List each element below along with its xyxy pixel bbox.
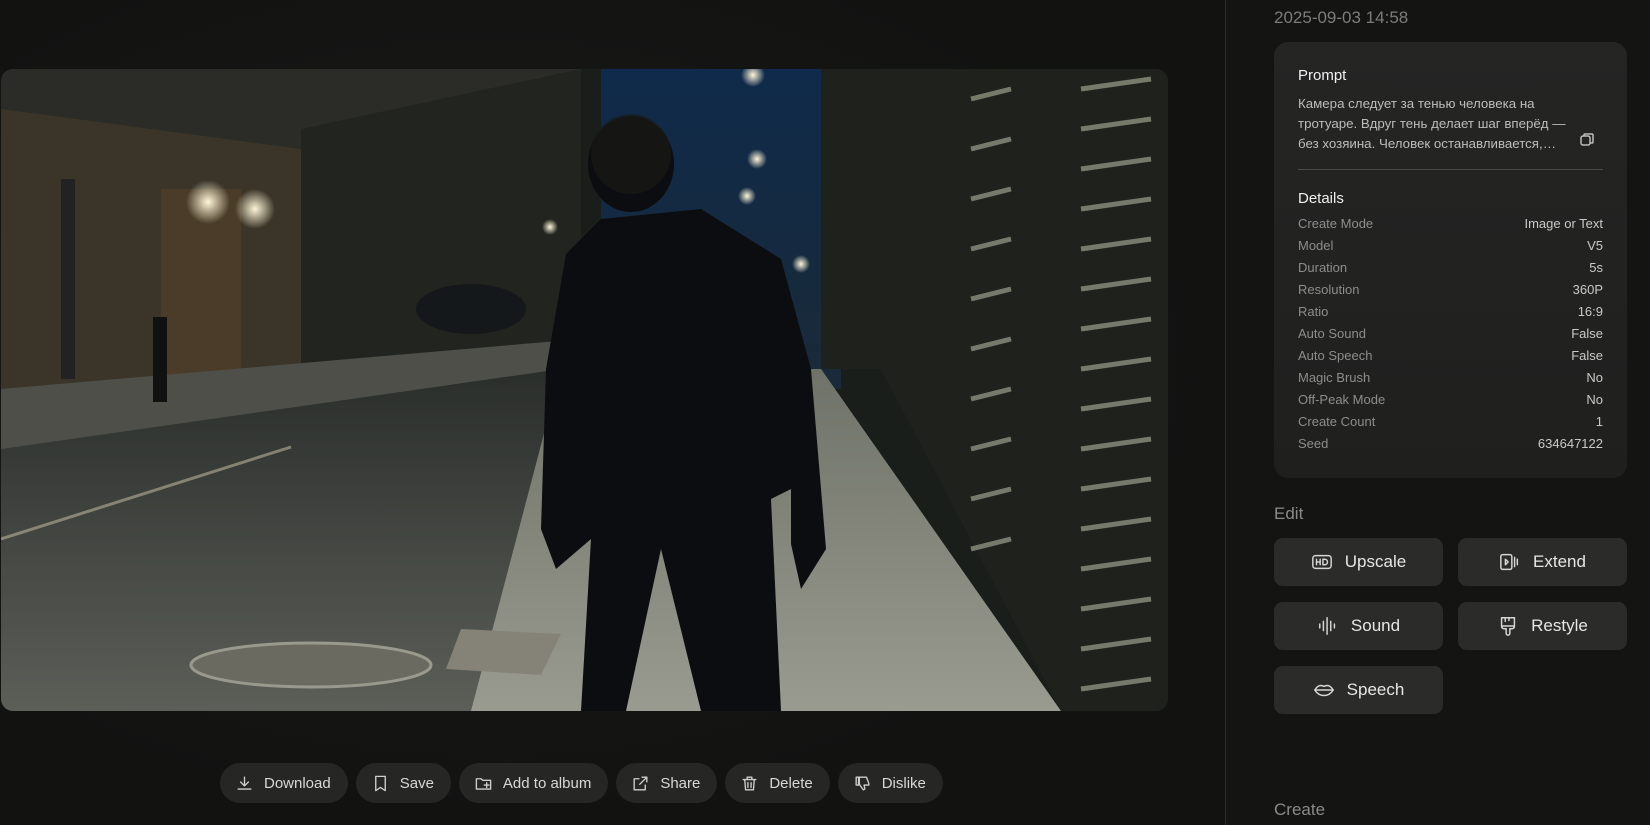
bookmark-icon — [374, 775, 386, 791]
upscale-label: Upscale — [1344, 552, 1407, 571]
detail-value: 634647122 — [1537, 436, 1603, 451]
detail-row-seed: Seed 634647122 — [1298, 436, 1603, 456]
video-preview[interactable] — [1, 69, 1168, 711]
detail-row-auto-sound: Auto Sound False — [1298, 326, 1603, 346]
detail-value: V5 — [1587, 238, 1603, 253]
extend-label: Extend — [1533, 552, 1586, 571]
detail-key: Auto Speech — [1298, 348, 1373, 363]
creation-timestamp: 2025-09-03 14:58 — [1274, 8, 1409, 27]
share-label: Share — [660, 774, 701, 792]
thumbs-down-icon — [855, 775, 870, 791]
detail-row-duration: Duration 5s — [1298, 260, 1603, 280]
copy-prompt-button[interactable] — [1579, 132, 1599, 152]
delete-label: Delete — [769, 774, 813, 792]
detail-value: False — [1571, 326, 1603, 341]
detail-value: 5s — [1589, 260, 1603, 275]
detail-value: False — [1571, 348, 1603, 363]
upscale-button[interactable]: Upscale — [1274, 538, 1443, 586]
detail-key: Resolution — [1298, 282, 1360, 297]
share-button[interactable]: Share — [616, 763, 718, 803]
add-to-album-button[interactable]: Add to album — [458, 763, 609, 803]
trash-icon — [742, 775, 757, 791]
download-icon — [237, 775, 252, 790]
detail-row-ratio: Ratio 16:9 — [1298, 304, 1603, 324]
sound-label: Sound — [1350, 616, 1401, 635]
detail-key: Seed — [1298, 436, 1329, 451]
detail-row-magic-brush: Magic Brush No — [1298, 370, 1603, 390]
detail-row-resolution: Resolution 360P — [1298, 282, 1603, 302]
details-heading: Details — [1298, 190, 1344, 207]
detail-key: Ratio — [1298, 304, 1329, 319]
sound-wave-icon — [1318, 617, 1336, 635]
detail-key: Duration — [1298, 260, 1348, 275]
detail-row-model: Model V5 — [1298, 238, 1603, 258]
dislike-label: Dislike — [881, 774, 926, 792]
panel-divider — [1225, 0, 1226, 825]
speech-button[interactable]: Speech — [1274, 666, 1443, 714]
restyle-label: Restyle — [1531, 616, 1588, 635]
download-label: Download — [264, 774, 331, 792]
create-heading: Create — [1274, 800, 1326, 819]
detail-value: No — [1586, 392, 1603, 407]
detail-key: Off-Peak Mode — [1298, 392, 1386, 407]
prompt-heading: Prompt — [1298, 67, 1347, 84]
save-label: Save — [399, 774, 434, 792]
share-icon — [633, 775, 648, 791]
detail-value: 360P — [1572, 282, 1603, 297]
video-frame-image — [1, 69, 1168, 711]
speech-label: Speech — [1346, 680, 1405, 699]
album-add-icon — [475, 777, 492, 790]
details-panel: 2025-09-03 14:58 Prompt Камера следует з… — [1274, 0, 1627, 825]
detail-key: Create Count — [1298, 414, 1376, 429]
card-divider — [1298, 169, 1603, 170]
extend-icon — [1500, 553, 1519, 571]
action-bar: Download Save Add to album Share Delete … — [220, 763, 943, 803]
info-card: Prompt Камера следует за тенью человека … — [1274, 42, 1627, 478]
copy-icon — [1580, 133, 1594, 146]
detail-key: Magic Brush — [1298, 370, 1371, 385]
detail-value: 1 — [1595, 414, 1603, 429]
detail-value: Image or Text — [1524, 216, 1603, 231]
detail-key: Model — [1298, 238, 1334, 253]
detail-key: Create Mode — [1298, 216, 1374, 231]
extend-button[interactable]: Extend — [1458, 538, 1627, 586]
dislike-button[interactable]: Dislike — [837, 763, 943, 803]
download-button[interactable]: Download — [220, 763, 348, 803]
delete-button[interactable]: Delete — [725, 763, 830, 803]
detail-value: No — [1586, 370, 1603, 385]
detail-row-off-peak-mode: Off-Peak Mode No — [1298, 392, 1603, 412]
media-viewer: Download Save Add to album Share Delete … — [0, 0, 1225, 825]
save-button[interactable]: Save — [355, 763, 451, 803]
prompt-text: Камера следует за тенью человека на трот… — [1298, 96, 1566, 151]
sound-button[interactable]: Sound — [1274, 602, 1443, 650]
detail-key: Auto Sound — [1298, 326, 1366, 341]
paint-brush-icon — [1501, 617, 1516, 636]
lips-icon — [1313, 684, 1334, 697]
add-to-album-label: Add to album — [502, 774, 592, 792]
detail-value: 16:9 — [1577, 304, 1603, 319]
detail-row-create-count: Create Count 1 — [1298, 414, 1603, 434]
hd-icon — [1311, 554, 1332, 570]
restyle-button[interactable]: Restyle — [1458, 602, 1627, 650]
edit-heading: Edit — [1274, 504, 1304, 523]
detail-row-auto-speech: Auto Speech False — [1298, 348, 1603, 368]
detail-row-create-mode: Create Mode Image or Text — [1298, 216, 1603, 236]
